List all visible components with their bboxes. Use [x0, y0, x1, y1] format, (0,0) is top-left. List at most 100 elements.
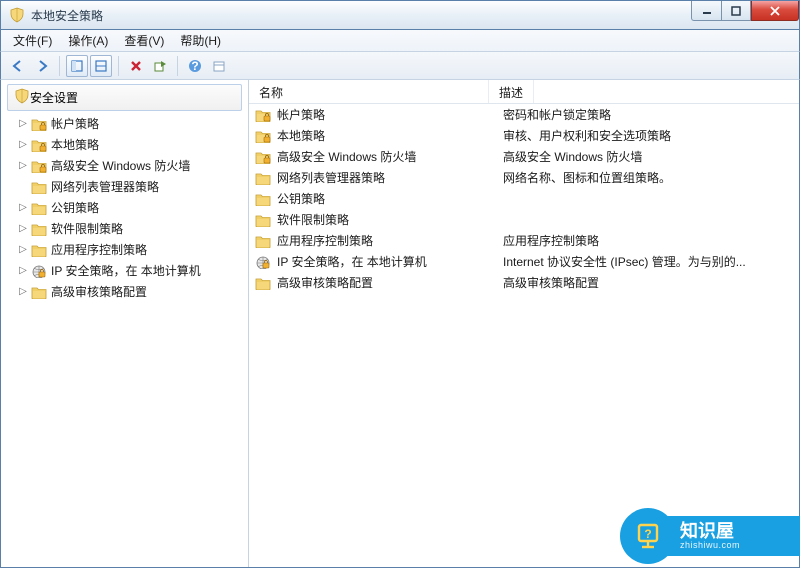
list-row[interactable]: 帐户策略密码和帐户锁定策略 [249, 104, 799, 125]
tree-item[interactable]: ▷ IP 安全策略，在 本地计算机 [1, 260, 248, 281]
list-cell-name: 网络列表管理器策略 [275, 169, 499, 186]
folder-icon [31, 242, 47, 258]
ipsec-icon [255, 254, 271, 270]
titlebar: 本地安全策略 [0, 0, 800, 30]
toolbar-separator [177, 56, 178, 76]
expand-icon[interactable]: ▷ [17, 265, 29, 276]
column-name[interactable]: 名称 [249, 80, 489, 103]
up-button[interactable] [66, 55, 88, 77]
folder-icon [255, 170, 271, 186]
tree-item-label: 帐户策略 [51, 115, 99, 132]
list-row[interactable]: 公钥策略 [249, 188, 799, 209]
list-cell-desc: 审核、用户权利和安全选项策略 [503, 127, 793, 144]
expand-icon[interactable]: ▷ [17, 244, 29, 255]
folder-lock-icon [31, 137, 47, 153]
tree-item-label: 软件限制策略 [51, 220, 123, 237]
folder-icon [255, 275, 271, 291]
tree-item[interactable]: ▷ 本地策略 [1, 134, 248, 155]
list-cell-desc: 密码和帐户锁定策略 [503, 106, 793, 123]
list-cell-desc: 网络名称、图标和位置组策略。 [503, 169, 793, 186]
tree-item[interactable]: ▷ 应用程序控制策略 [1, 239, 248, 260]
tree-item-label: 本地策略 [51, 136, 99, 153]
svg-text:?: ? [191, 59, 198, 73]
tree-item-label: 高级安全 Windows 防火墙 [51, 157, 190, 174]
expand-icon[interactable]: ▷ [17, 286, 29, 297]
expand-icon[interactable]: ▷ [17, 223, 29, 234]
expand-icon[interactable]: ▷ [17, 139, 29, 150]
tree-pane[interactable]: 安全设置 ▷ 帐户策略 ▷ 本地策略 ▷ 高级安全 Windows 防火墙 网络列表管理器… [1, 80, 249, 567]
list-pane[interactable]: 名称 描述 帐户策略密码和帐户锁定策略本地策略审核、用户权利和安全选项策略高级安… [249, 80, 799, 567]
menubar: 文件(F) 操作(A) 查看(V) 帮助(H) [0, 30, 800, 52]
tree-item-label: 公钥策略 [51, 199, 99, 216]
tree-item-label: 高级审核策略配置 [51, 283, 147, 300]
toolbar: ? [0, 52, 800, 80]
list-row[interactable]: 高级审核策略配置高级审核策略配置 [249, 272, 799, 293]
tree-root-label: 安全设置 [30, 89, 78, 106]
list-cell-name: 高级审核策略配置 [275, 274, 499, 291]
menu-view[interactable]: 查看(V) [118, 30, 170, 51]
folder-lock-icon [255, 149, 271, 165]
delete-button[interactable] [125, 55, 147, 77]
folder-lock-icon [31, 116, 47, 132]
list-cell-desc: 高级审核策略配置 [503, 274, 793, 291]
list-cell-desc: Internet 协议安全性 (IPsec) 管理。为与别的... [503, 253, 793, 270]
list-cell-desc: 应用程序控制策略 [503, 232, 793, 249]
folder-icon [255, 233, 271, 249]
list-cell-name: 公钥策略 [275, 190, 499, 207]
tree-item-label: IP 安全策略，在 本地计算机 [51, 262, 201, 279]
list-row[interactable]: IP 安全策略，在 本地计算机Internet 协议安全性 (IPsec) 管理… [249, 251, 799, 272]
expand-icon[interactable]: ▷ [17, 160, 29, 171]
list-cell-name: 帐户策略 [275, 106, 499, 123]
folder-icon [255, 212, 271, 228]
menu-action[interactable]: 操作(A) [62, 30, 114, 51]
list-cell-name: 软件限制策略 [275, 211, 499, 228]
folder-icon [31, 179, 47, 195]
tree-item[interactable]: ▷ 软件限制策略 [1, 218, 248, 239]
maximize-button[interactable] [721, 1, 751, 21]
tree-item-label: 应用程序控制策略 [51, 241, 147, 258]
folder-icon [31, 284, 47, 300]
list-header: 名称 描述 [249, 80, 799, 104]
close-button[interactable] [751, 1, 799, 21]
list-cell-name: 应用程序控制策略 [275, 232, 499, 249]
expand-icon[interactable] [17, 181, 29, 192]
list-row[interactable]: 网络列表管理器策略网络名称、图标和位置组策略。 [249, 167, 799, 188]
folder-lock-icon [255, 128, 271, 144]
folder-icon [31, 200, 47, 216]
folder-lock-icon [255, 107, 271, 123]
tree-item-label: 网络列表管理器策略 [51, 178, 159, 195]
expand-icon[interactable]: ▷ [17, 202, 29, 213]
ipsec-icon [31, 263, 47, 279]
folder-icon [255, 191, 271, 207]
window-title: 本地安全策略 [31, 7, 103, 24]
tree-item[interactable]: ▷ 帐户策略 [1, 113, 248, 134]
list-cell-desc: 高级安全 Windows 防火墙 [503, 148, 793, 165]
column-desc[interactable]: 描述 [489, 80, 534, 103]
back-button[interactable] [7, 55, 29, 77]
tree-item[interactable]: ▷ 高级安全 Windows 防火墙 [1, 155, 248, 176]
export-button[interactable] [149, 55, 171, 77]
expand-icon[interactable]: ▷ [17, 118, 29, 129]
menu-file[interactable]: 文件(F) [7, 30, 58, 51]
list-row[interactable]: 高级安全 Windows 防火墙高级安全 Windows 防火墙 [249, 146, 799, 167]
tree-item[interactable]: ▷ 高级审核策略配置 [1, 281, 248, 302]
properties-button[interactable] [208, 55, 230, 77]
tree-root[interactable]: 安全设置 [7, 84, 242, 111]
minimize-button[interactable] [691, 1, 721, 21]
show-tree-button[interactable] [90, 55, 112, 77]
list-cell-name: IP 安全策略，在 本地计算机 [275, 253, 499, 270]
shield-icon [14, 88, 30, 107]
tree-item[interactable]: ▷ 公钥策略 [1, 197, 248, 218]
menu-help[interactable]: 帮助(H) [174, 30, 227, 51]
list-row[interactable]: 软件限制策略 [249, 209, 799, 230]
app-icon [9, 7, 25, 23]
toolbar-separator [59, 56, 60, 76]
folder-icon [31, 221, 47, 237]
list-cell-name: 高级安全 Windows 防火墙 [275, 148, 499, 165]
list-row[interactable]: 应用程序控制策略应用程序控制策略 [249, 230, 799, 251]
tree-item[interactable]: 网络列表管理器策略 [1, 176, 248, 197]
help-button[interactable]: ? [184, 55, 206, 77]
forward-button[interactable] [31, 55, 53, 77]
list-row[interactable]: 本地策略审核、用户权利和安全选项策略 [249, 125, 799, 146]
toolbar-separator [118, 56, 119, 76]
